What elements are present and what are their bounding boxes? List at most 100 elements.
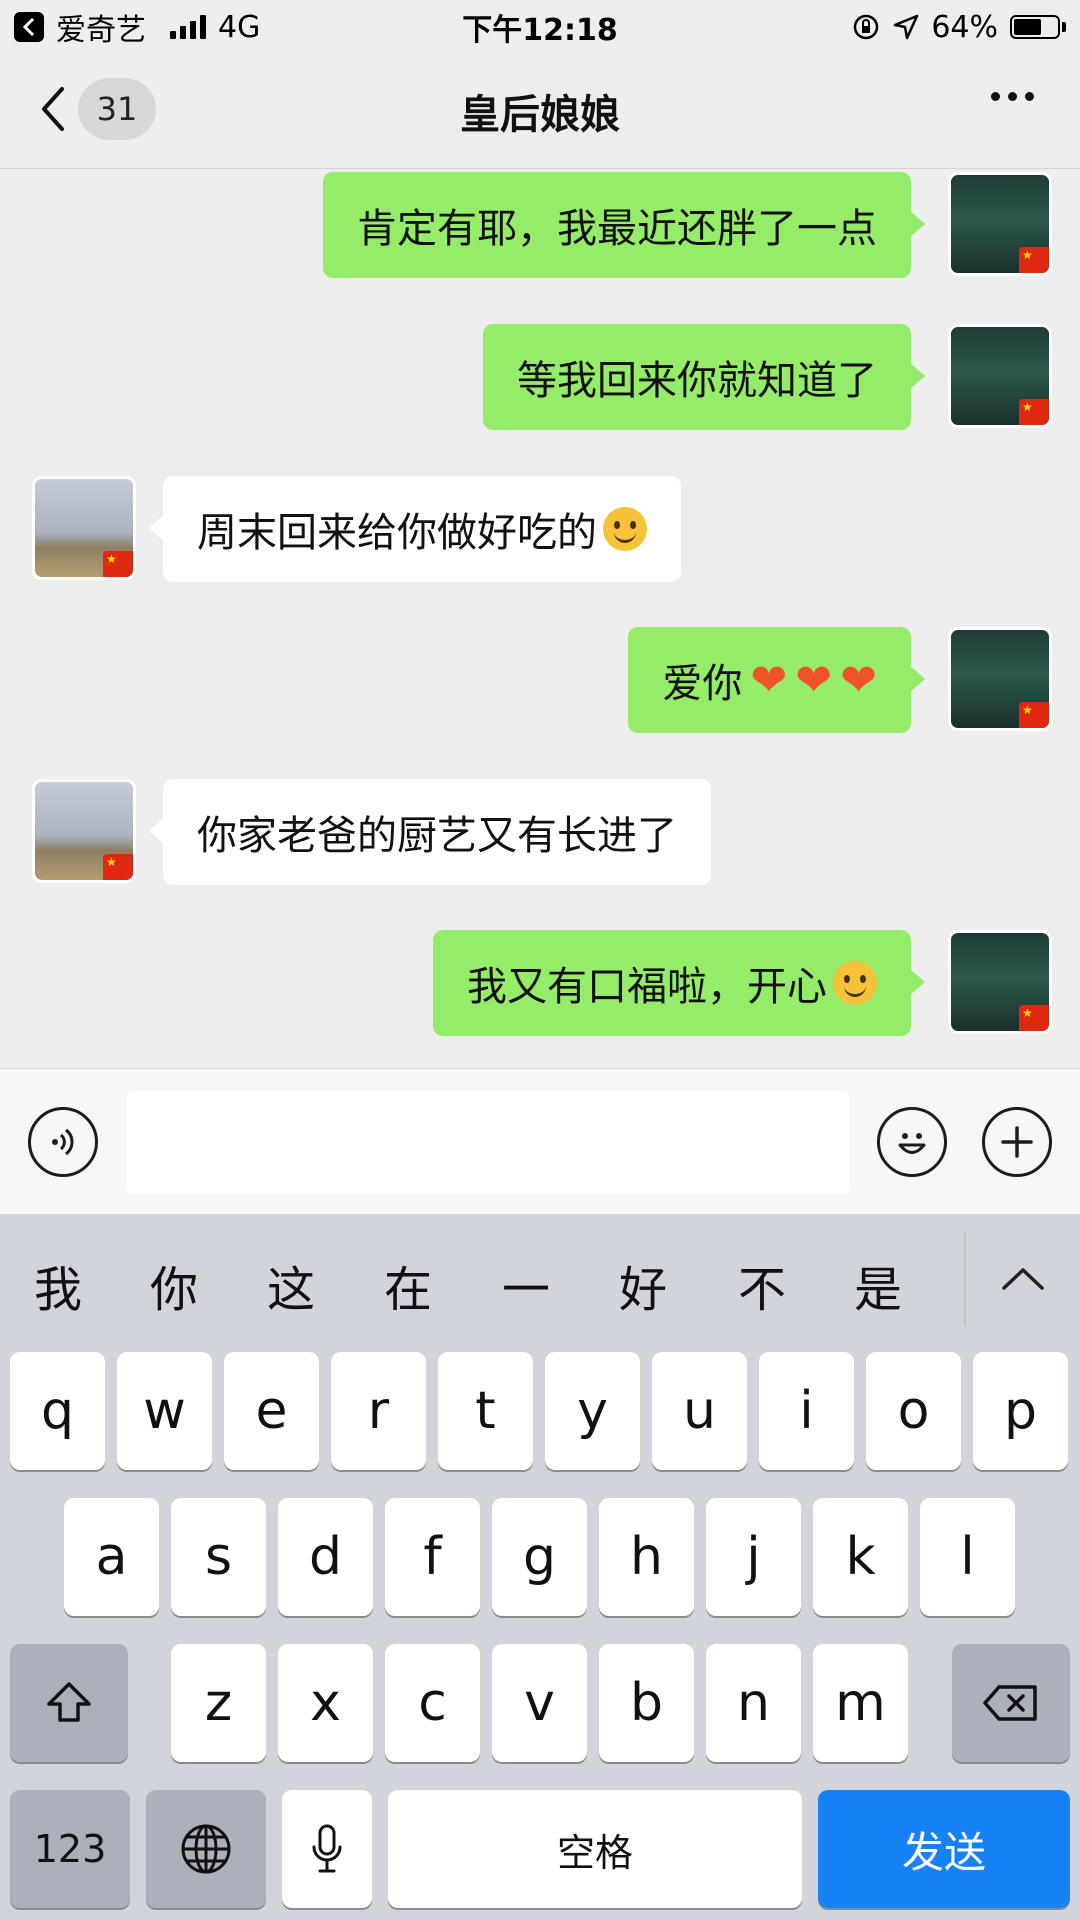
flag-icon: ★	[1019, 247, 1049, 273]
keyboard: 我 你 这 在 一 好 不 是 q w e r t y u i o p a s …	[0, 1214, 1080, 1920]
back-to-app-label[interactable]: 爱奇艺	[56, 5, 146, 49]
globe-icon	[181, 1824, 231, 1874]
plus-icon	[1001, 1126, 1033, 1158]
back-to-app-icon[interactable]	[14, 12, 44, 42]
unread-count-badge: 31	[78, 78, 156, 140]
key-s[interactable]: s	[171, 1498, 266, 1616]
status-bar: 爱奇艺 4G 下午12:18 64%	[0, 0, 1080, 54]
chevron-left-icon	[42, 87, 64, 131]
message-bubble-sent[interactable]: 肯定有耶，我最近还胖了一点	[323, 172, 925, 278]
voice-icon	[52, 1128, 74, 1156]
candidate-word[interactable]: 好	[603, 1250, 683, 1320]
candidate-divider	[964, 1232, 966, 1326]
backspace-icon	[983, 1685, 1037, 1721]
smiling-face-emoji-icon	[603, 507, 647, 551]
candidate-bar: 我 你 这 在 一 好 不 是	[0, 1214, 1080, 1348]
signal-icon	[170, 15, 206, 39]
shift-key[interactable]	[10, 1644, 128, 1762]
message-bubble-received[interactable]: 周末回来给你做好吃的	[149, 476, 681, 582]
emoji-button[interactable]	[877, 1107, 947, 1177]
contact-avatar[interactable]: ★	[32, 779, 136, 883]
heart-emoji-icon: ❤	[750, 654, 788, 706]
key-l[interactable]: l	[920, 1498, 1015, 1616]
candidate-word[interactable]: 你	[134, 1250, 214, 1320]
key-e[interactable]: e	[224, 1352, 319, 1470]
key-o[interactable]: o	[866, 1352, 961, 1470]
key-r[interactable]: r	[331, 1352, 426, 1470]
key-n[interactable]: n	[706, 1644, 801, 1762]
chevron-up-icon[interactable]	[998, 1258, 1048, 1298]
chat-title: 皇后娘娘	[460, 92, 620, 138]
message-bubble-received[interactable]: 你家老爸的厨艺又有长进了	[149, 779, 711, 885]
network-type: 4G	[218, 9, 261, 45]
my-avatar[interactable]: ★	[948, 172, 1052, 276]
key-c[interactable]: c	[385, 1644, 480, 1762]
message-text: 周末回来给你做好吃的	[197, 510, 597, 556]
candidate-word[interactable]: 一	[486, 1250, 566, 1320]
flag-icon: ★	[1019, 399, 1049, 425]
message-text: 你家老爸的厨艺又有长进了	[197, 813, 677, 859]
numbers-key[interactable]: 123	[10, 1790, 130, 1908]
message-text: 肯定有耶，我最近还胖了一点	[357, 206, 877, 252]
key-y[interactable]: y	[545, 1352, 640, 1470]
key-g[interactable]: g	[492, 1498, 587, 1616]
space-key[interactable]: 空格	[388, 1790, 802, 1908]
candidate-word[interactable]: 在	[368, 1250, 448, 1320]
my-avatar[interactable]: ★	[948, 324, 1052, 428]
message-bubble-sent[interactable]: 等我回来你就知道了	[483, 324, 925, 430]
more-options-icon[interactable]	[991, 92, 1034, 101]
key-j[interactable]: j	[706, 1498, 801, 1616]
language-key[interactable]	[146, 1790, 266, 1908]
flag-icon: ★	[103, 854, 133, 880]
candidate-word[interactable]: 是	[838, 1250, 918, 1320]
key-i[interactable]: i	[759, 1352, 854, 1470]
key-p[interactable]: p	[973, 1352, 1068, 1470]
message-text: 我又有口福啦，开心	[467, 964, 827, 1010]
back-button[interactable]: 31	[38, 78, 156, 140]
input-bar	[0, 1068, 1080, 1214]
candidate-word[interactable]: 不	[722, 1250, 802, 1320]
candidate-word[interactable]: 我	[18, 1250, 98, 1320]
candidate-word[interactable]: 这	[251, 1250, 331, 1320]
message-bubble-sent[interactable]: 爱你 ❤ ❤ ❤	[628, 627, 925, 733]
key-x[interactable]: x	[278, 1644, 373, 1762]
key-k[interactable]: k	[813, 1498, 908, 1616]
key-d[interactable]: d	[278, 1498, 373, 1616]
key-f[interactable]: f	[385, 1498, 480, 1616]
message-row: ★ 你家老爸的厨艺又有长进了	[0, 779, 1080, 885]
send-key[interactable]: 发送	[818, 1790, 1070, 1908]
message-text: 等我回来你就知道了	[517, 358, 877, 404]
key-h[interactable]: h	[599, 1498, 694, 1616]
shift-icon	[47, 1682, 91, 1722]
more-functions-button[interactable]	[982, 1107, 1052, 1177]
key-t[interactable]: t	[438, 1352, 533, 1470]
message-row: 肯定有耶，我最近还胖了一点 ★	[0, 172, 1080, 278]
smiley-icon	[898, 1133, 926, 1154]
message-row: 等我回来你就知道了 ★	[0, 324, 1080, 430]
key-m[interactable]: m	[813, 1644, 908, 1762]
flag-icon: ★	[1019, 702, 1049, 728]
voice-input-button[interactable]	[28, 1107, 98, 1177]
message-row: 爱你 ❤ ❤ ❤ ★	[0, 627, 1080, 733]
heart-emoji-icon: ❤	[795, 654, 833, 706]
key-w[interactable]: w	[117, 1352, 212, 1470]
location-icon	[894, 14, 919, 40]
message-input[interactable]	[126, 1091, 850, 1195]
message-bubble-sent[interactable]: 我又有口福啦，开心	[433, 930, 925, 1036]
chat-header: 31 皇后娘娘	[0, 54, 1080, 168]
flag-icon: ★	[103, 551, 133, 577]
my-avatar[interactable]: ★	[948, 930, 1052, 1034]
key-b[interactable]: b	[599, 1644, 694, 1762]
key-a[interactable]: a	[64, 1498, 159, 1616]
key-z[interactable]: z	[171, 1644, 266, 1762]
contact-avatar[interactable]: ★	[32, 476, 136, 580]
battery-icon	[1010, 15, 1066, 39]
message-row: ★ 周末回来给你做好吃的	[0, 476, 1080, 582]
backspace-key[interactable]	[952, 1644, 1070, 1762]
dictation-key[interactable]	[282, 1790, 372, 1908]
key-q[interactable]: q	[10, 1352, 105, 1470]
key-v[interactable]: v	[492, 1644, 587, 1762]
my-avatar[interactable]: ★	[948, 627, 1052, 731]
key-u[interactable]: u	[652, 1352, 747, 1470]
message-text: 爱你	[662, 661, 743, 707]
